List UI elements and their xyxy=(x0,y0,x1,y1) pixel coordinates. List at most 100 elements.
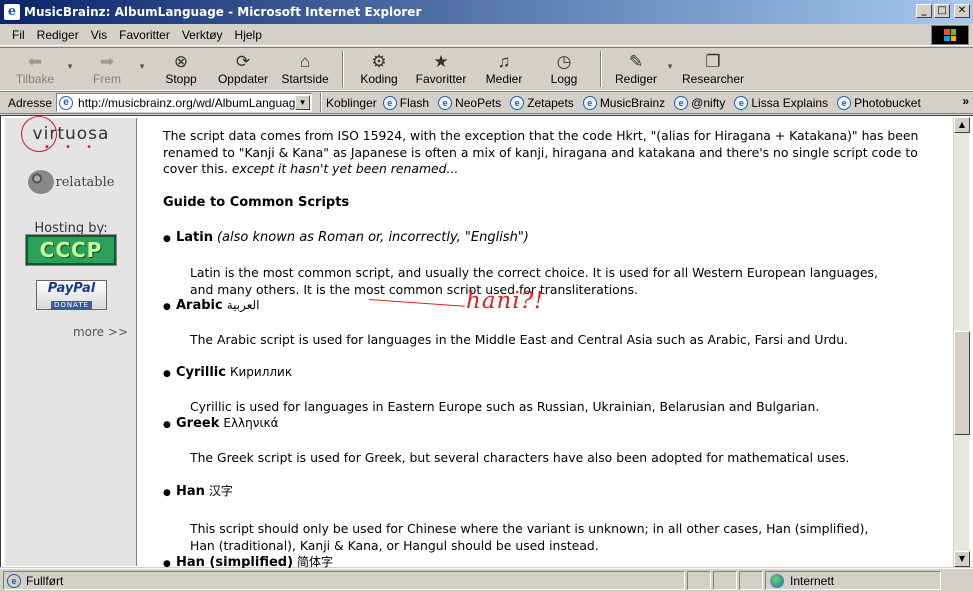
menu-file[interactable]: Fil xyxy=(6,28,31,42)
link-musicbrainz[interactable]: e MusicBrainz xyxy=(582,95,666,110)
link-label: MusicBrainz xyxy=(599,95,666,110)
link-label: @nifty xyxy=(691,95,726,110)
forward-button[interactable]: ➡ Frem ▼ xyxy=(78,48,146,90)
link-label: Lissa Explains xyxy=(751,95,829,110)
address-dropdown-icon[interactable]: ▼ xyxy=(295,95,311,110)
encoding-button[interactable]: ⚙ Koding xyxy=(350,48,408,90)
refresh-icon: ⟳ xyxy=(235,52,251,71)
paypal-donate-button[interactable]: PayPal DONATE xyxy=(36,280,107,310)
favorites-button[interactable]: ★ Favoritter xyxy=(408,48,474,90)
script-native-name: العربية xyxy=(226,298,260,312)
script-name: Greek xyxy=(176,416,220,431)
script-native-name: 汉字 xyxy=(208,484,233,498)
encoding-label: Koding xyxy=(360,72,398,86)
donate-label: DONATE xyxy=(50,301,93,310)
minimize-button[interactable]: _ xyxy=(916,4,932,18)
encoding-icon: ⚙ xyxy=(371,52,387,71)
maximize-button[interactable]: □ xyxy=(934,4,950,18)
bullet-icon: ● xyxy=(163,488,171,498)
edit-label: Rediger xyxy=(614,72,658,86)
research-icon: ❐ xyxy=(705,52,721,71)
back-button[interactable]: ⬅ Tilbake ▼ xyxy=(6,48,74,90)
address-label: Adresse xyxy=(8,95,53,110)
menu-edit[interactable]: Rediger xyxy=(31,28,85,42)
refresh-label: Oppdater xyxy=(217,72,269,86)
status-bar: e Fullført Internett xyxy=(0,568,973,592)
link-nifty[interactable]: e @nifty xyxy=(674,95,726,110)
page-done-icon: e xyxy=(7,573,21,588)
links-overflow-chevron-icon[interactable]: » xyxy=(962,94,969,108)
script-name: Arabic xyxy=(176,298,223,313)
link-label: Photobucket xyxy=(854,95,921,110)
link-photobucket[interactable]: e Photobucket xyxy=(837,95,921,110)
link-flash[interactable]: e Flash xyxy=(382,95,429,110)
paypal-label: PayPal xyxy=(47,281,96,296)
edit-dropdown-icon[interactable]: ▼ xyxy=(666,62,674,71)
relatable-label: relatable xyxy=(55,174,115,190)
hosting-by-label: Hosting by: xyxy=(34,221,108,236)
menu-tools[interactable]: Verktøy xyxy=(176,28,229,42)
script-native-name: Ελληνικά xyxy=(223,416,279,430)
stop-icon: ⊗ xyxy=(173,52,189,71)
script-item-latin: ● Latin (also known as Roman or, incorre… xyxy=(163,230,529,248)
back-dropdown-icon[interactable]: ▼ xyxy=(66,62,74,71)
status-main-pane: e Fullført xyxy=(3,571,685,590)
annotation-line xyxy=(368,299,465,307)
virtuosa-logo[interactable]: virtuosa • • • xyxy=(5,116,137,153)
back-label: Tilbake xyxy=(15,72,55,86)
script-alias: (also known as Roman or, incorrectly, "E… xyxy=(216,230,529,245)
research-button[interactable]: ❐ Researcher xyxy=(678,48,748,90)
intro-note: except it hasn't yet been renamed... xyxy=(231,161,459,176)
script-description-greek: The Greek script is used for Greek, but … xyxy=(190,450,850,465)
script-name: Latin xyxy=(176,230,213,245)
media-button[interactable]: ♫ Medier xyxy=(474,48,534,90)
close-button[interactable]: ✕ xyxy=(954,4,970,18)
page-viewport: virtuosa • • • relatable Hosting by: CCC… xyxy=(0,115,973,570)
link-page-icon: e xyxy=(510,95,525,110)
scroll-down-arrow-icon[interactable]: ▼ xyxy=(954,551,970,567)
menu-favorites[interactable]: Favoritter xyxy=(113,28,176,42)
link-neopets[interactable]: e NeoPets xyxy=(438,95,501,110)
scrollbar-thumb[interactable] xyxy=(954,331,970,435)
link-page-icon: e xyxy=(382,95,397,110)
script-item-cyrillic: ● Cyrillic Кириллик xyxy=(163,364,292,383)
bullet-icon: ● xyxy=(163,369,171,379)
more-sponsors-link[interactable]: more >> xyxy=(73,325,128,339)
home-icon: ⌂ xyxy=(299,52,311,71)
research-label: Researcher xyxy=(681,72,745,86)
relatable-ball-icon xyxy=(27,170,54,194)
links-label[interactable]: Koblinger xyxy=(326,96,377,110)
stop-button[interactable]: ⊗ Stopp xyxy=(150,48,212,90)
favorites-label: Favoritter xyxy=(415,72,467,86)
status-pane xyxy=(739,571,763,590)
toolbar-separator xyxy=(600,51,602,87)
cccp-hosting-logo[interactable]: CCCP xyxy=(25,234,117,266)
vertical-scrollbar[interactable]: ▲ ▼ xyxy=(953,117,970,567)
bullet-icon: ● xyxy=(163,420,171,430)
script-item-han: ● Han 汉字 xyxy=(163,483,233,502)
zone-label: Internett xyxy=(790,573,835,588)
links-separator xyxy=(320,93,323,112)
stop-label: Stopp xyxy=(165,72,197,86)
script-description-arabic: The Arabic script is used for languages … xyxy=(190,332,848,347)
history-button[interactable]: ◷ Logg xyxy=(534,48,594,90)
link-zetapets[interactable]: e Zetapets xyxy=(510,95,574,110)
status-text: Fullført xyxy=(26,573,64,588)
relatable-logo[interactable]: relatable xyxy=(5,170,137,194)
edit-button[interactable]: ✎ Rediger ▼ xyxy=(608,48,674,90)
link-lissa-explains[interactable]: e Lissa Explains xyxy=(734,95,829,110)
forward-dropdown-icon[interactable]: ▼ xyxy=(138,62,146,71)
scroll-up-arrow-icon[interactable]: ▲ xyxy=(954,117,970,133)
home-button[interactable]: ⌂ Startside xyxy=(274,48,336,90)
menu-help[interactable]: Hjelp xyxy=(229,28,268,42)
address-input[interactable]: e http://musicbrainz.org/wd/AlbumLanguag… xyxy=(56,93,313,112)
guide-heading: Guide to Common Scripts xyxy=(163,195,350,210)
toolbar-separator xyxy=(342,51,344,87)
menu-view[interactable]: Vis xyxy=(85,28,113,42)
refresh-button[interactable]: ⟳ Oppdater xyxy=(212,48,274,90)
media-icon: ♫ xyxy=(497,52,511,71)
script-native-name: Кириллик xyxy=(229,365,293,379)
windows-logo-icon xyxy=(931,25,969,45)
address-url[interactable]: http://musicbrainz.org/wd/AlbumLanguage xyxy=(78,96,302,110)
script-name: Cyrillic xyxy=(176,365,226,380)
